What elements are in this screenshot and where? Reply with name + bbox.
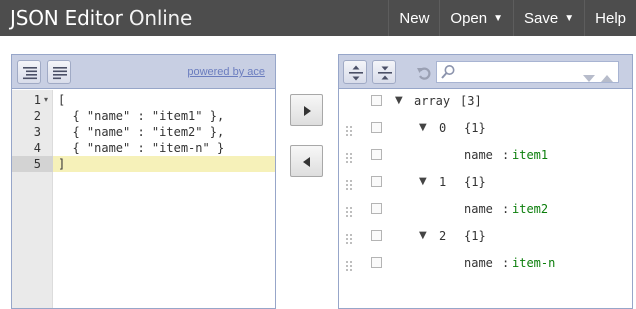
tree-search-input[interactable] [436, 61, 619, 83]
tree-field-value[interactable]: item1 [512, 147, 548, 163]
expand-toggle-icon[interactable]: ▼ [419, 175, 427, 189]
context-menu-button[interactable] [371, 95, 382, 106]
expand-toggle-icon[interactable]: ▼ [419, 229, 427, 243]
tree-row[interactable]: name : item2 [339, 196, 632, 223]
tree-separator: : [502, 148, 510, 162]
line-number: 2 [33, 109, 41, 123]
tree-node-key: 2 [439, 229, 447, 243]
context-menu-button[interactable] [371, 203, 382, 214]
line-number: 4 [33, 141, 41, 155]
tree-node-key: array [414, 94, 451, 108]
tree-node-info: [3] [460, 94, 482, 108]
context-menu-button[interactable] [371, 257, 382, 268]
context-menu-button[interactable] [371, 149, 382, 160]
tree-separator: : [502, 256, 510, 270]
code-editor-panel: powered by ace 1 ▾ 2 3 4 5 [ { "name" : … [11, 54, 276, 309]
expand-toggle-icon[interactable]: ▼ [419, 121, 427, 135]
line-number: 3 [33, 125, 41, 139]
tree-row[interactable]: name : item1 [339, 142, 632, 169]
code-toolbar: powered by ace [12, 55, 275, 89]
open-label: Open [450, 9, 488, 27]
tree-row[interactable]: ▼ array [3] [339, 88, 632, 115]
tree-toolbar [339, 55, 632, 89]
expand-toggle-icon[interactable]: ▼ [395, 94, 403, 108]
search-icon [440, 64, 456, 84]
save-menu-button[interactable]: Save ▼ [513, 0, 584, 36]
drag-handle-icon[interactable] [345, 257, 354, 276]
new-button[interactable]: New [388, 0, 439, 36]
drag-handle-icon[interactable] [345, 149, 354, 168]
main-menu: New Open ▼ Save ▼ Help [388, 0, 636, 36]
code-to-tree-button[interactable] [290, 94, 323, 126]
code-line: { "name" : "item2" }, [53, 124, 275, 140]
tree-field-value[interactable]: item2 [512, 201, 548, 217]
tree-row[interactable]: ▼ 2 {1} [339, 223, 632, 250]
save-label: Save [524, 9, 559, 27]
code-line-text: [ [58, 93, 66, 107]
code-line-text: { "name" : "item1" }, [58, 109, 225, 123]
tree-editor-panel: ▼ array [3] ▼ 0 {1} name : item1 ▼ 1 {1}… [338, 54, 633, 309]
line-gutter: 1 ▾ 2 3 4 5 [12, 90, 53, 308]
tree-field-name[interactable]: name [464, 147, 493, 163]
logo-main: JSON Editor [10, 6, 123, 30]
expand-all-button[interactable] [343, 60, 367, 84]
tree-field-name[interactable]: name [464, 255, 493, 271]
format-button[interactable] [17, 60, 41, 84]
code-line: [ [53, 92, 275, 108]
tree-node-info: {1} [464, 175, 486, 189]
chevron-down-icon[interactable] [582, 68, 596, 87]
help-button[interactable]: Help [584, 0, 636, 36]
open-menu-button[interactable]: Open ▼ [439, 0, 513, 36]
fold-toggle-icon[interactable]: ▾ [44, 92, 48, 108]
drag-handle-icon[interactable] [345, 122, 354, 141]
collapse-all-button[interactable] [372, 60, 396, 84]
tree-to-code-button[interactable] [290, 145, 323, 177]
powered-by-ace-link[interactable]: powered by ace [187, 66, 265, 78]
tree-node-info: {1} [464, 229, 486, 243]
code-line-active: ] [53, 156, 275, 172]
tree-separator: : [502, 202, 510, 216]
code-line-text: { "name" : "item-n" } [58, 141, 225, 155]
context-menu-button[interactable] [371, 176, 382, 187]
line-number-active: 5 [12, 156, 53, 172]
drag-handle-icon[interactable] [345, 230, 354, 249]
context-menu-button[interactable] [371, 122, 382, 133]
caret-down-icon: ▼ [493, 12, 504, 24]
new-label: New [399, 9, 430, 27]
tree-row[interactable]: ▼ 1 {1} [339, 169, 632, 196]
compact-button[interactable] [47, 60, 71, 84]
code-line: { "name" : "item-n" } [53, 140, 275, 156]
line-number: 1 [33, 93, 41, 107]
context-menu-button[interactable] [371, 230, 382, 241]
tree-field-name[interactable]: name [464, 201, 493, 217]
tree-row[interactable]: name : item-n [339, 250, 632, 277]
help-label: Help [595, 9, 626, 27]
header-bar: JSON Editor Online New Open ▼ Save ▼ Hel… [0, 0, 636, 36]
caret-down-icon: ▼ [564, 12, 575, 24]
tree-field-value[interactable]: item-n [512, 255, 555, 271]
code-line: { "name" : "item1" }, [53, 108, 275, 124]
code-area[interactable]: [ { "name" : "item1" }, { "name" : "item… [53, 90, 275, 308]
code-line-text: { "name" : "item2" }, [58, 125, 225, 139]
tree-node-info: {1} [464, 121, 486, 135]
logo-light: Online [122, 6, 193, 30]
tree-node-key: 0 [439, 121, 447, 135]
chevron-up-icon[interactable] [600, 68, 614, 87]
drag-handle-icon[interactable] [345, 176, 354, 195]
undo-button[interactable] [411, 60, 435, 84]
tree-node-key: 1 [439, 175, 447, 189]
drag-handle-icon[interactable] [345, 203, 354, 222]
code-line-text: ] [58, 157, 66, 171]
app-logo: JSON Editor Online [10, 5, 192, 31]
tree-row[interactable]: ▼ 0 {1} [339, 115, 632, 142]
